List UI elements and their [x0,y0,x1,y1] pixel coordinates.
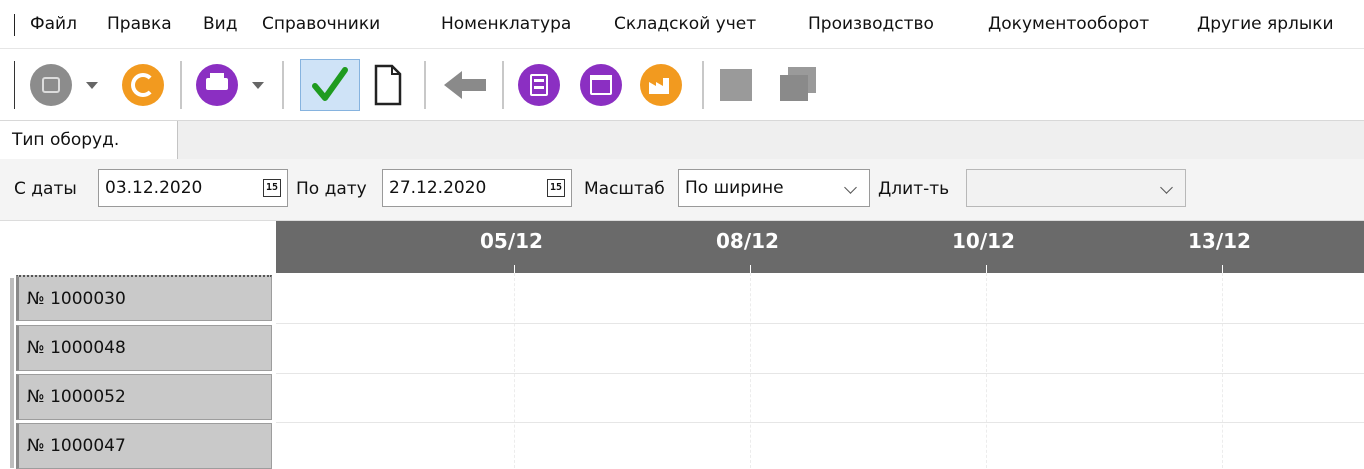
from-date-value: 03.12.2020 [105,178,203,198]
duration-select[interactable] [966,169,1186,207]
back-arrow-icon[interactable] [440,67,490,103]
toolbar [0,49,1364,119]
timeline-tick [986,265,987,273]
calendar-icon[interactable] [580,64,622,106]
menu-grip [14,14,15,36]
menu-edit[interactable]: Правка [107,0,172,48]
row-header-label: № 1000048 [27,338,126,358]
refresh-icon[interactable] [122,64,164,106]
calendar-icon[interactable]: 15 [263,179,281,197]
menu-bar: Файл Правка Вид Справочники Номенклатура… [0,0,1364,49]
check-icon[interactable] [300,59,360,111]
chevron-down-icon[interactable] [252,82,264,89]
timeline-date: 05/12 [480,229,543,253]
menu-production[interactable]: Производство [808,0,934,48]
from-date-label: С даты [14,179,77,199]
to-date-value: 27.12.2020 [389,178,487,198]
factory-icon[interactable] [640,64,682,106]
chevron-down-icon[interactable] [1160,181,1173,194]
row-header-label: № 1000052 [27,387,126,407]
calendar-icon[interactable]: 15 [547,179,565,197]
grid-vline [986,273,988,468]
new-document-icon[interactable] [372,63,404,107]
toolbar-separator [702,61,704,109]
duration-label: Длит-ть [878,179,950,199]
grid-hline [276,373,1364,374]
row-header-label: № 1000030 [27,289,126,309]
timeline-tick [514,265,515,273]
grid-hline [276,323,1364,324]
row-header-label: № 1000047 [27,436,126,456]
to-date-label: По дату [296,179,367,199]
row-header[interactable]: № 1000030 [16,275,272,321]
scale-select[interactable]: По ширине [678,169,870,207]
menu-references[interactable]: Справочники [262,0,380,48]
toolbar-separator [424,61,426,109]
timeline-date: 10/12 [952,229,1015,253]
menu-document-flow[interactable]: Документооборот [988,0,1149,48]
menu-file[interactable]: Файл [30,0,77,48]
timeline-tick [1222,265,1223,273]
chevron-down-icon[interactable] [844,181,857,194]
row-header-stripe [10,278,14,468]
timeline-tick [750,265,751,273]
filter-bar: С даты 03.12.2020 15 По дату 27.12.2020 … [0,159,1364,221]
chevron-down-icon[interactable] [86,82,98,89]
menu-warehouse[interactable]: Складской учет [614,0,756,48]
toolbar-separator [180,61,182,109]
row-header[interactable]: № 1000047 [16,423,272,469]
square-icon[interactable] [720,69,752,101]
grid-vline [750,273,752,468]
toolbar-separator [502,61,504,109]
tab-equipment-type[interactable]: Тип оборуд. [0,121,178,159]
timeline-date: 13/12 [1188,229,1251,253]
scale-value: По ширине [685,178,784,198]
grid-hline [276,422,1364,423]
tab-strip: Тип оборуд. [0,120,1364,160]
menu-view[interactable]: Вид [203,0,237,48]
grid-corner [0,221,276,273]
menu-nomenclature[interactable]: Номенклатура [441,0,571,48]
copy-icon[interactable] [776,65,820,103]
timeline-date: 08/12 [716,229,779,253]
toolbar-separator [282,61,284,109]
toolbar-grip [14,61,15,109]
scale-label: Масштаб [584,179,665,199]
row-header[interactable]: № 1000048 [16,325,272,371]
record-icon[interactable] [30,64,72,106]
grid-vline [1222,273,1224,468]
menu-other-shortcuts[interactable]: Другие ярлыки [1197,0,1334,48]
to-date-field[interactable]: 27.12.2020 15 [382,169,572,207]
print-icon[interactable] [196,64,238,106]
gantt-grid[interactable] [276,273,1364,468]
timeline-header: 05/12 08/12 10/12 13/12 [276,221,1364,273]
grid-vline [514,273,516,468]
row-header[interactable]: № 1000052 [16,374,272,420]
from-date-field[interactable]: 03.12.2020 15 [98,169,288,207]
calculator-icon[interactable] [518,64,560,106]
